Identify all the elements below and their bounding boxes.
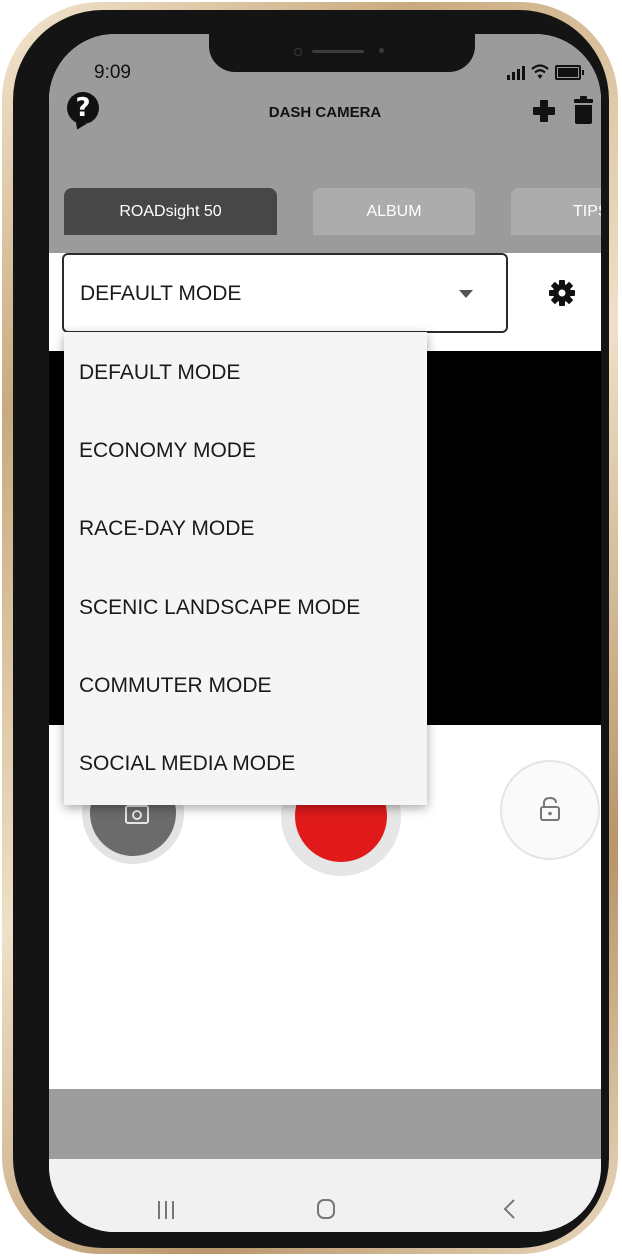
trash-icon[interactable] bbox=[574, 96, 593, 124]
gear-icon[interactable] bbox=[549, 280, 575, 306]
menu-item-scenic-landscape-mode[interactable]: SCENIC LANDSCAPE MODE bbox=[64, 569, 427, 647]
lock-button[interactable] bbox=[500, 760, 600, 860]
app-screen: 9:09 ? DASH CAMERA ROADsight 50 ALBUM TI… bbox=[49, 34, 601, 1232]
status-icons bbox=[507, 64, 584, 80]
menu-item-default-mode[interactable]: DEFAULT MODE bbox=[64, 334, 427, 412]
bottom-band bbox=[49, 1089, 601, 1159]
camera-notch bbox=[209, 34, 475, 72]
app-title: DASH CAMERA bbox=[268, 104, 382, 121]
signal-icon bbox=[507, 66, 525, 80]
recents-icon[interactable] bbox=[158, 1201, 176, 1219]
wifi-icon bbox=[531, 64, 549, 79]
back-icon[interactable] bbox=[500, 1198, 520, 1220]
home-icon[interactable] bbox=[317, 1199, 335, 1219]
plus-icon[interactable] bbox=[533, 100, 555, 122]
mode-select-value: DEFAULT MODE bbox=[80, 282, 242, 305]
phone-frame: 9:09 ? DASH CAMERA ROADsight 50 ALBUM TI… bbox=[13, 10, 609, 1248]
caret-down-icon bbox=[459, 290, 473, 298]
tab-album[interactable]: ALBUM bbox=[313, 188, 475, 235]
mode-dropdown-menu: DEFAULT MODE ECONOMY MODE RACE-DAY MODE … bbox=[64, 332, 427, 805]
menu-item-race-day-mode[interactable]: RACE-DAY MODE bbox=[64, 490, 427, 568]
system-nav-bar bbox=[49, 1159, 601, 1232]
tab-roadsight-50[interactable]: ROADsight 50 bbox=[64, 188, 277, 235]
menu-item-social-media-mode[interactable]: SOCIAL MEDIA MODE bbox=[64, 725, 427, 803]
menu-item-economy-mode[interactable]: ECONOMY MODE bbox=[64, 412, 427, 490]
battery-icon bbox=[555, 65, 584, 80]
camera-icon bbox=[125, 805, 149, 824]
status-time: 9:09 bbox=[94, 62, 131, 83]
unlock-icon bbox=[540, 796, 560, 821]
menu-item-commuter-mode[interactable]: COMMUTER MODE bbox=[64, 647, 427, 725]
mode-select[interactable]: DEFAULT MODE bbox=[62, 253, 508, 333]
tab-tips[interactable]: TIPS bbox=[511, 188, 601, 235]
